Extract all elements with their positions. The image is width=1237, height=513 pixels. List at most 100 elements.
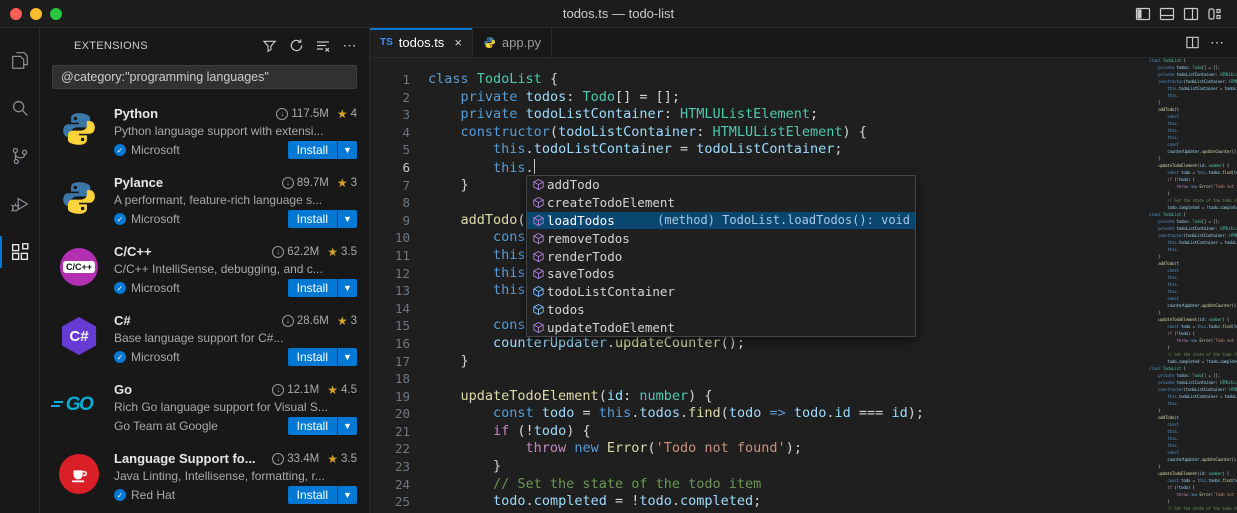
extension-publisher: Microsoft — [131, 143, 180, 157]
line-number: 3 — [370, 106, 414, 124]
line-number: 5 — [370, 141, 414, 159]
extension-publisher: Microsoft — [131, 281, 180, 295]
symbol-method-icon — [530, 196, 547, 209]
line-number: 24 — [370, 476, 414, 494]
line-number: 10 — [370, 229, 414, 247]
activity-search-icon[interactable] — [0, 84, 40, 132]
titlebar: todos.ts — todo-list — [0, 0, 1237, 28]
rating-star-icon: ★ — [327, 452, 338, 466]
suggest-item-updateTodoElement[interactable]: updateTodoElement — [527, 318, 915, 336]
minimize-window-icon[interactable] — [30, 8, 42, 20]
extension-item[interactable]: Language Support fo... ↓ 33.4M ★ 3.5 Jav… — [40, 442, 369, 511]
suggest-label: addTodo — [547, 177, 600, 192]
suggest-label: todos — [547, 302, 585, 317]
line-number: 1 — [370, 71, 414, 89]
python-logo-icon — [60, 110, 98, 148]
suggest-item-renderTodo[interactable]: renderTodo — [527, 247, 915, 265]
suggest-label: removeTodos — [547, 231, 630, 246]
install-button[interactable]: Install — [288, 279, 337, 297]
install-button[interactable]: Install — [288, 141, 337, 159]
close-window-icon[interactable] — [10, 8, 22, 20]
layout-panel-icon[interactable] — [1158, 5, 1175, 22]
refresh-icon[interactable] — [287, 37, 305, 55]
install-button[interactable]: Install — [288, 348, 337, 366]
install-dropdown-chevron-icon[interactable]: ▼ — [337, 417, 357, 435]
suggest-item-saveTodos[interactable]: saveTodos — [527, 265, 915, 283]
close-tab-icon[interactable]: × — [454, 35, 462, 50]
activity-extensions-icon[interactable] — [0, 228, 40, 276]
zoom-window-icon[interactable] — [50, 8, 62, 20]
activity-source-control-icon[interactable] — [0, 132, 40, 180]
tab-app-py[interactable]: app.py — [473, 28, 552, 57]
rating-star-icon: ★ — [327, 383, 338, 397]
suggest-label: loadTodos — [547, 213, 615, 228]
line-number: 15 — [370, 317, 414, 335]
activity-run-debug-icon[interactable] — [0, 180, 40, 228]
extensions-search-box — [52, 65, 357, 89]
code-line: 25 todo.completed = !todo.completed; — [370, 493, 1145, 511]
extension-item[interactable]: Python ↓ 117.5M ★ 4 Python language supp… — [40, 97, 369, 166]
rating-star-icon: ★ — [337, 107, 348, 121]
code-line: 17 } — [370, 353, 1145, 371]
suggest-item-createTodoElement[interactable]: createTodoElement — [527, 194, 915, 212]
line-number: 8 — [370, 194, 414, 212]
extensions-search-input[interactable] — [53, 70, 356, 84]
activity-explorer-icon[interactable] — [0, 36, 40, 84]
extension-name: Python — [114, 106, 158, 121]
install-count: 89.7M — [297, 177, 329, 189]
install-count: 62.2M — [287, 246, 319, 258]
extension-publisher: Go Team at Google — [114, 419, 218, 433]
install-dropdown-chevron-icon[interactable]: ▼ — [337, 141, 357, 159]
rating-value: 3 — [351, 315, 357, 327]
extension-item[interactable]: C# C# ↓ 28.6M ★ 3 Base language support … — [40, 304, 369, 373]
install-count-icon: ↓ — [282, 177, 294, 189]
extension-description: Base language support for C#... — [114, 331, 357, 345]
more-actions-icon[interactable]: ⋯ — [341, 37, 359, 55]
window-title: todos.ts — todo-list — [0, 6, 1237, 21]
extension-item[interactable]: Pylance ↓ 89.7M ★ 3 A performant, featur… — [40, 166, 369, 235]
extension-item[interactable]: GO Go ↓ 12.1M ★ 4.5 Rich Go language sup… — [40, 373, 369, 442]
vscode-window: todos.ts — todo-list — [0, 0, 1237, 513]
line-number: 19 — [370, 388, 414, 406]
suggest-item-loadTodos[interactable]: loadTodos (method) TodoList.loadTodos():… — [527, 212, 915, 230]
suggest-label: todoListContainer — [547, 284, 675, 299]
extensions-list: Python ↓ 117.5M ★ 4 Python language supp… — [40, 97, 369, 513]
install-dropdown-chevron-icon[interactable]: ▼ — [337, 348, 357, 366]
install-count-icon: ↓ — [276, 108, 288, 120]
symbol-method-icon — [530, 232, 547, 245]
customize-layout-icon[interactable] — [1206, 5, 1223, 22]
minimap[interactable]: class TodoList { private todos: Todo[] =… — [1145, 58, 1237, 513]
line-number: 9 — [370, 212, 414, 230]
suggest-item-addTodo[interactable]: addTodo — [527, 176, 915, 194]
extension-item[interactable]: C/C++ C/C++ ↓ 62.2M ★ 3.5 C/C++ IntelliS… — [40, 235, 369, 304]
editor-more-actions-icon[interactable]: ⋯ — [1210, 34, 1225, 51]
install-dropdown-chevron-icon[interactable]: ▼ — [337, 486, 357, 504]
install-dropdown-chevron-icon[interactable]: ▼ — [337, 279, 357, 297]
suggest-item-removeTodos[interactable]: removeTodos — [527, 229, 915, 247]
activity-bar — [0, 28, 40, 513]
filter-icon[interactable] — [260, 37, 278, 55]
symbol-method-icon — [530, 178, 547, 191]
extension-publisher: Microsoft — [131, 350, 180, 364]
code-line: 2 private todos: Todo[] = []; — [370, 89, 1145, 107]
rating-value: 3.5 — [341, 453, 357, 465]
suggest-item-todos[interactable]: todos — [527, 301, 915, 319]
install-button[interactable]: Install — [288, 486, 337, 504]
line-number: 4 — [370, 124, 414, 142]
install-button[interactable]: Install — [288, 210, 337, 228]
line-number: 16 — [370, 335, 414, 353]
symbol-method-icon — [530, 321, 547, 334]
suggest-item-todoListContainer[interactable]: todoListContainer — [527, 283, 915, 301]
code-line: 21 if (!todo) { — [370, 423, 1145, 441]
code-line: 19 updateTodoElement(id: number) { — [370, 388, 1145, 406]
layout-sidebar-right-icon[interactable] — [1182, 5, 1199, 22]
clear-filter-icon[interactable] — [314, 37, 332, 55]
extension-name: Go — [114, 382, 132, 397]
split-editor-icon[interactable] — [1185, 35, 1200, 50]
install-button[interactable]: Install — [288, 417, 337, 435]
layout-sidebar-left-icon[interactable] — [1134, 5, 1151, 22]
tab-todos-ts[interactable]: TS todos.ts × — [370, 28, 473, 57]
install-dropdown-chevron-icon[interactable]: ▼ — [337, 210, 357, 228]
code-line: 5 this.todoListContainer = todoListConta… — [370, 141, 1145, 159]
install-split-button: Install ▼ — [288, 279, 357, 297]
